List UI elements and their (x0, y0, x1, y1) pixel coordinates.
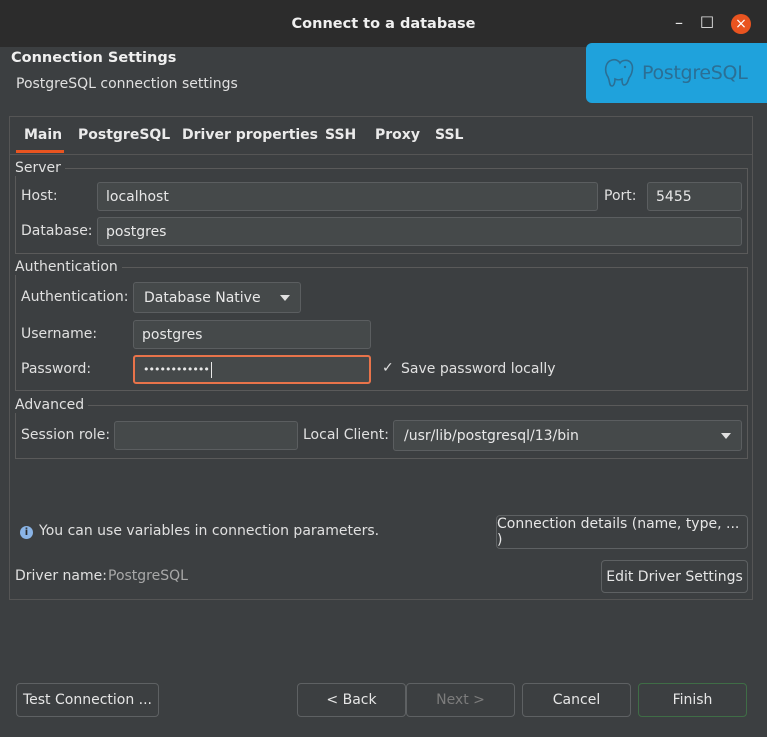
chevron-down-icon (721, 432, 731, 439)
save-password-label[interactable]: Save password locally (401, 361, 556, 377)
elephant-icon (604, 58, 634, 87)
tab-proxy[interactable]: Proxy (375, 127, 420, 143)
password-label: Password: (21, 361, 92, 377)
postgresql-logo: PostgreSQL (586, 43, 767, 103)
local-client-select[interactable]: /usr/lib/postgresql/13/bin (393, 420, 742, 451)
check-icon[interactable]: ✓ (382, 360, 394, 376)
window-title: Connect to a database (291, 16, 476, 32)
tab-driver-properties[interactable]: Driver properties (182, 127, 318, 143)
logo-text: PostgreSQL (642, 62, 748, 84)
host-label: Host: (21, 188, 58, 204)
driver-name-label: Driver name: (15, 568, 107, 584)
port-label: Port: (604, 188, 637, 204)
driver-name-value: PostgreSQL (108, 568, 188, 584)
maximize-icon[interactable]: □ (697, 12, 717, 32)
header-subtitle: PostgreSQL connection settings (16, 76, 238, 92)
local-client-label: Local Client: (303, 427, 389, 443)
authentication-select-value: Database Native (144, 289, 261, 306)
authentication-group-label: Authentication (15, 259, 122, 275)
username-label: Username: (21, 326, 98, 342)
chevron-down-icon (280, 294, 290, 301)
cancel-button[interactable]: Cancel (522, 683, 631, 717)
username-input[interactable]: postgres (133, 320, 371, 349)
authentication-select[interactable]: Database Native (133, 282, 301, 313)
advanced-group-label: Advanced (15, 397, 89, 413)
tab-ssl[interactable]: SSL (435, 127, 463, 143)
local-client-select-value: /usr/lib/postgresql/13/bin (404, 427, 579, 444)
info-text: You can use variables in connection para… (39, 523, 380, 539)
test-connection-button[interactable]: Test Connection ... (16, 683, 159, 717)
password-value: •••••••••••• (143, 363, 210, 376)
active-tab-indicator (16, 150, 64, 153)
finish-button[interactable]: Finish (638, 683, 747, 717)
authentication-label: Authentication: (21, 289, 129, 305)
server-group-label: Server (15, 160, 65, 176)
tab-ssh[interactable]: SSH (325, 127, 356, 143)
password-input[interactable]: •••••••••••• (133, 355, 371, 384)
session-role-input[interactable] (114, 421, 298, 450)
close-icon[interactable]: × (731, 14, 751, 34)
session-role-label: Session role: (21, 427, 111, 443)
text-cursor (210, 361, 212, 378)
tab-main[interactable]: Main (24, 127, 62, 143)
header-title: Connection Settings (11, 50, 177, 66)
tab-postgresql[interactable]: PostgreSQL (78, 127, 170, 143)
database-label: Database: (21, 223, 93, 239)
back-button[interactable]: < Back (297, 683, 406, 717)
minimize-icon[interactable]: – (669, 13, 689, 33)
host-input[interactable]: localhost (97, 182, 598, 211)
database-input[interactable]: postgres (97, 217, 742, 246)
next-button[interactable]: Next > (406, 683, 515, 717)
port-input[interactable]: 5455 (647, 182, 742, 211)
edit-driver-settings-button[interactable]: Edit Driver Settings (601, 560, 748, 593)
tab-separator (10, 154, 752, 155)
connection-details-button[interactable]: Connection details (name, type, ... ) (496, 515, 748, 549)
info-icon: i (20, 526, 33, 539)
